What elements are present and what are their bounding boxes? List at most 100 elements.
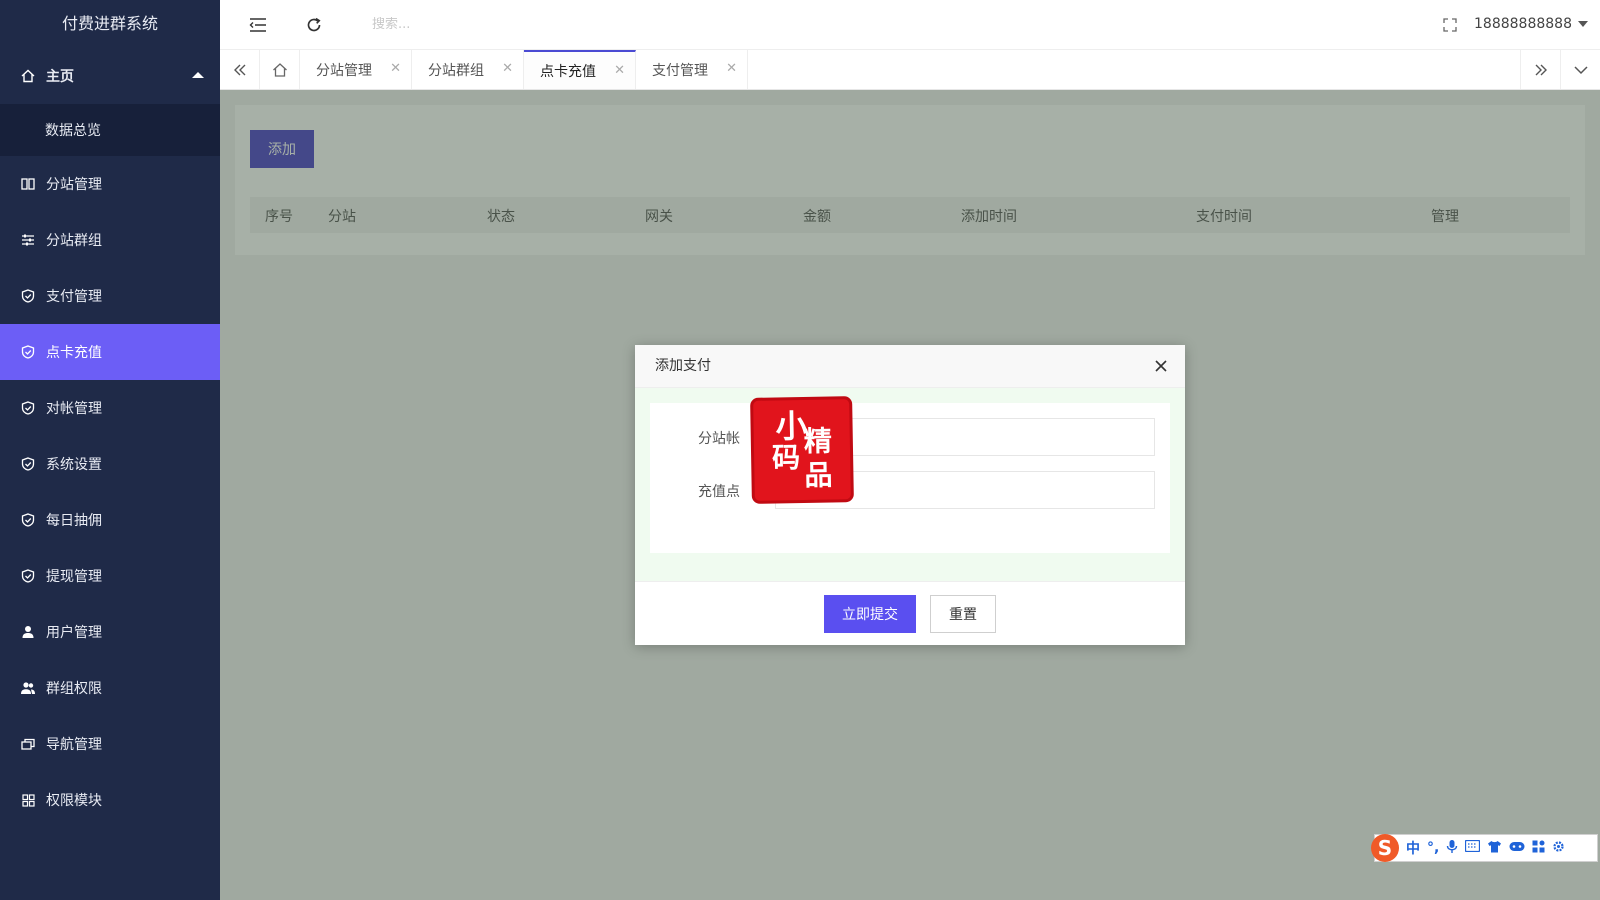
stamp-glyph: 精 xyxy=(803,424,833,458)
settings-gear-icon[interactable] xyxy=(1552,840,1565,857)
game-controller-icon[interactable] xyxy=(1509,840,1525,856)
sliders-icon xyxy=(20,232,36,248)
sidebar-item-daily-commission[interactable]: 每日抽佣 xyxy=(0,492,220,548)
tab-substations[interactable]: 分站管理 ✕ xyxy=(300,50,412,89)
caret-up-icon[interactable] xyxy=(192,72,204,78)
stamp-glyph: 码 xyxy=(771,441,801,475)
home-icon xyxy=(272,62,287,77)
dialog-title: 添加支付 xyxy=(635,345,1185,388)
sidebar-item-label: 对帐管理 xyxy=(46,401,102,417)
form-row-substation: 分站帐 xyxy=(650,418,1170,456)
columns-icon xyxy=(20,176,36,192)
sidebar-item-label: 点卡充值 xyxy=(46,345,102,361)
close-tab-icon[interactable]: ✕ xyxy=(614,63,625,78)
sidebar: 付费进群系统 主页 数据总览 分站管理 分站群组 支付管理 点卡充值 对帐管理 … xyxy=(0,0,220,900)
user-menu[interactable]: 18888888888 xyxy=(1474,16,1588,32)
grid-icon xyxy=(20,792,36,808)
tab-bar: 分站管理 ✕ 分站群组 ✕ 点卡充值 ✕ 支付管理 ✕ xyxy=(220,50,1600,90)
shield-check-icon xyxy=(20,288,36,304)
dialog-footer: 立即提交 重置 xyxy=(635,581,1185,645)
skin-shirt-icon[interactable] xyxy=(1487,840,1502,857)
users-icon xyxy=(20,680,36,696)
sidebar-item-card-recharge[interactable]: 点卡充值 xyxy=(0,324,220,380)
sidebar-item-label: 支付管理 xyxy=(46,289,102,305)
microphone-icon[interactable] xyxy=(1446,839,1458,858)
sidebar-item-payments[interactable]: 支付管理 xyxy=(0,268,220,324)
sidebar-subitem-overview[interactable]: 数据总览 xyxy=(0,104,220,156)
sidebar-item-system-settings[interactable]: 系统设置 xyxy=(0,436,220,492)
search-input[interactable] xyxy=(372,17,572,32)
shield-check-icon xyxy=(20,456,36,472)
close-tab-icon[interactable]: ✕ xyxy=(502,61,513,76)
sidebar-item-label: 主页 xyxy=(46,69,74,85)
sidebar-subitem-label: 数据总览 xyxy=(45,123,101,139)
tab-label: 点卡充值 xyxy=(540,63,596,80)
apps-grid-icon[interactable] xyxy=(1532,840,1545,857)
ime-mode-label[interactable]: 中 xyxy=(1406,838,1420,858)
sidebar-item-label: 导航管理 xyxy=(46,737,102,753)
double-chevron-right-icon xyxy=(1535,64,1547,75)
refresh-icon[interactable] xyxy=(304,15,324,35)
form: 分站帐 充值点 xyxy=(650,403,1170,553)
add-payment-dialog: 添加支付 分站帐 充值点 立即提交 重置 xyxy=(635,345,1185,645)
sidebar-item-users[interactable]: 用户管理 xyxy=(0,604,220,660)
cards-icon xyxy=(20,736,36,752)
shield-check-icon xyxy=(20,568,36,584)
sidebar-item-label: 提现管理 xyxy=(46,569,102,585)
sidebar-item-label: 群组权限 xyxy=(46,681,102,697)
sidebar-item-permission-modules[interactable]: 权限模块 xyxy=(0,772,220,828)
submit-button[interactable]: 立即提交 xyxy=(824,594,916,633)
fullscreen-icon[interactable] xyxy=(1440,15,1460,35)
caret-down-icon xyxy=(1578,21,1588,27)
chevron-down-icon xyxy=(1573,65,1588,74)
sogou-logo-icon[interactable]: S xyxy=(1371,834,1399,862)
sidebar-item-reconciliation[interactable]: 对帐管理 xyxy=(0,380,220,436)
sidebar-item-home[interactable]: 主页 xyxy=(0,48,220,104)
sidebar-item-withdrawals[interactable]: 提现管理 xyxy=(0,548,220,604)
tabs-menu-button[interactable] xyxy=(1560,50,1600,89)
close-tab-icon[interactable]: ✕ xyxy=(726,61,737,76)
sidebar-item-label: 分站群组 xyxy=(46,233,102,249)
sidebar-item-label: 每日抽佣 xyxy=(46,513,102,529)
sidebar-item-substations[interactable]: 分站管理 xyxy=(0,156,220,212)
app-title: 付费进群系统 xyxy=(61,14,158,33)
stamp-glyph: 品 xyxy=(804,458,833,492)
top-header: 18888888888 xyxy=(220,0,1600,50)
tab-label: 支付管理 xyxy=(652,62,708,79)
tab-card-recharge[interactable]: 点卡充值 ✕ xyxy=(524,50,636,89)
field-label: 分站帐 xyxy=(698,431,740,447)
sidebar-item-label: 系统设置 xyxy=(46,457,102,473)
sidebar-item-substation-groups[interactable]: 分站群组 xyxy=(0,212,220,268)
close-tab-icon[interactable]: ✕ xyxy=(390,61,401,76)
double-chevron-left-icon xyxy=(233,64,245,75)
reset-button[interactable]: 重置 xyxy=(930,594,996,633)
field-label: 充值点 xyxy=(698,484,740,500)
collapse-menu-icon[interactable] xyxy=(248,15,268,35)
sidebar-item-label: 分站管理 xyxy=(46,177,102,193)
watermark-stamp: 小 精 码 品 xyxy=(750,396,854,504)
shield-check-icon xyxy=(20,400,36,416)
form-row-points: 充值点 xyxy=(650,471,1170,509)
home-icon xyxy=(20,68,36,84)
sidebar-item-label: 用户管理 xyxy=(46,625,102,641)
shield-check-icon xyxy=(20,512,36,528)
tab-label: 分站群组 xyxy=(428,62,484,79)
ime-toolbar[interactable]: S 中 °, xyxy=(1371,834,1598,862)
tabs-scroll-left-button[interactable] xyxy=(220,50,260,89)
sidebar-item-navigation[interactable]: 导航管理 xyxy=(0,716,220,772)
close-icon[interactable] xyxy=(1153,358,1169,374)
sidebar-item-label: 权限模块 xyxy=(46,793,102,809)
shield-check-icon xyxy=(20,344,36,360)
tab-home[interactable] xyxy=(260,50,300,89)
user-icon xyxy=(20,624,36,640)
tabs-spacer xyxy=(748,50,1520,89)
tab-substation-groups[interactable]: 分站群组 ✕ xyxy=(412,50,524,89)
ime-punctuation-label[interactable]: °, xyxy=(1427,840,1439,856)
tab-payments[interactable]: 支付管理 ✕ xyxy=(636,50,748,89)
sidebar-item-group-permissions[interactable]: 群组权限 xyxy=(0,660,220,716)
keyboard-icon[interactable] xyxy=(1465,839,1481,856)
username: 18888888888 xyxy=(1474,16,1572,32)
dialog-body: 分站帐 充值点 xyxy=(635,388,1185,581)
tabs-scroll-right-button[interactable] xyxy=(1520,50,1560,89)
tab-label: 分站管理 xyxy=(316,62,372,79)
